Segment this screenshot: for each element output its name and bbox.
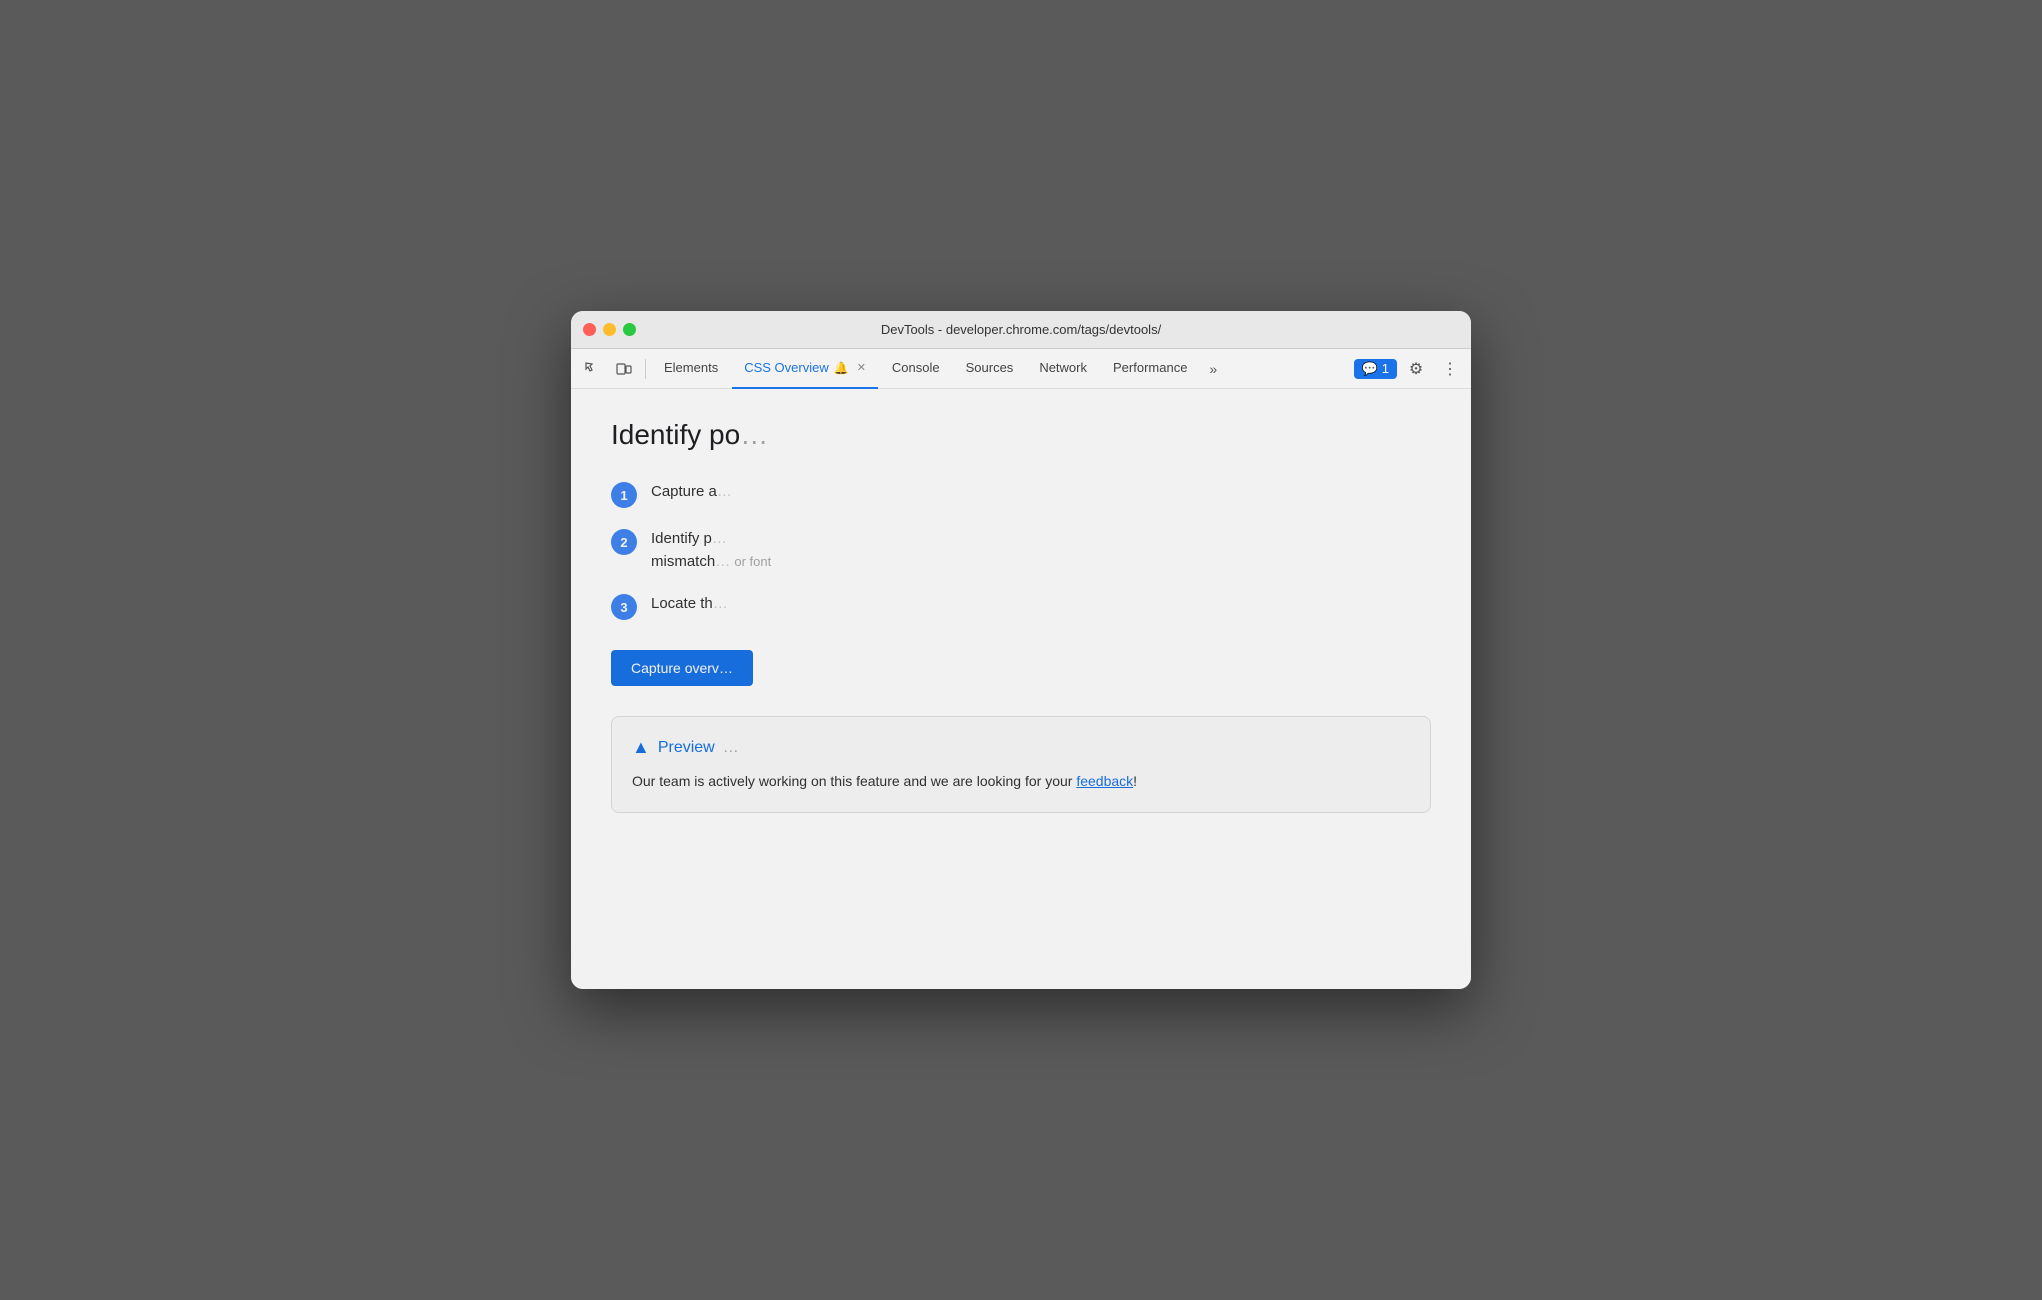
more-options-button[interactable]: ⋮ [1435, 354, 1465, 384]
window-title: DevTools - developer.chrome.com/tags/dev… [881, 322, 1161, 337]
toolbar-right: 💬 1 ⚙ ⋮ [1354, 354, 1465, 384]
close-button[interactable] [583, 323, 596, 336]
tab-elements[interactable]: Elements [652, 349, 730, 389]
title-bar: DevTools - developer.chrome.com/tags/dev… [571, 311, 1471, 349]
device-toolbar-button[interactable] [609, 354, 639, 384]
tab-css-overview[interactable]: CSS Overview 🔔 ✕ [732, 349, 878, 389]
toolbar-divider [645, 359, 646, 379]
inspect-element-button[interactable] [577, 354, 607, 384]
chat-icon: 💬 [1362, 361, 1378, 377]
maximize-button[interactable] [623, 323, 636, 336]
vertical-dots-icon: ⋮ [1442, 359, 1458, 379]
tab-console[interactable]: Console [880, 349, 952, 389]
main-content: Identify po… 1 Capture a… 2 Identify p…m… [571, 389, 1471, 989]
tab-close-icon[interactable]: ✕ [857, 361, 866, 374]
tab-network[interactable]: Network [1027, 349, 1099, 389]
more-tabs-button[interactable]: » [1201, 361, 1225, 377]
devtools-toolbar: Elements CSS Overview 🔔 ✕ Console Source… [571, 349, 1471, 389]
chat-badge[interactable]: 💬 1 [1354, 359, 1397, 379]
settings-button[interactable]: ⚙ [1401, 354, 1431, 384]
tab-sources[interactable]: Sources [954, 349, 1026, 389]
tab-performance[interactable]: Performance [1101, 349, 1199, 389]
traffic-lights [583, 323, 636, 336]
gear-icon: ⚙ [1409, 359, 1423, 379]
bell-icon: 🔔 [834, 361, 849, 375]
overlay-backdrop [571, 389, 1471, 989]
browser-window: DevTools - developer.chrome.com/tags/dev… [571, 311, 1471, 989]
minimize-button[interactable] [603, 323, 616, 336]
